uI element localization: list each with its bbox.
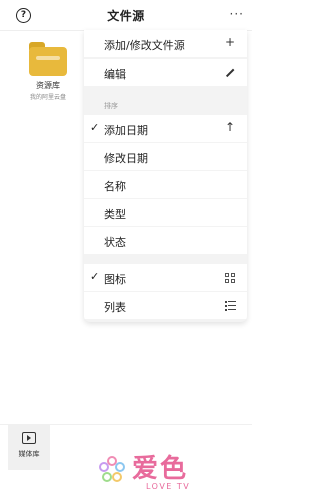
menu-item-edit[interactable]: 编辑 xyxy=(84,59,247,86)
menu-item-label: 名称 xyxy=(104,180,126,193)
menu-item-label: 编辑 xyxy=(104,68,126,81)
watermark-logo: 爱色 LOVE TV xyxy=(92,446,212,496)
folder-icon xyxy=(29,42,67,76)
grid-icon xyxy=(225,273,235,283)
menu-item-label: 列表 xyxy=(104,301,126,314)
source-name: 资源库 xyxy=(36,81,60,90)
menu-item-label: 添加日期 xyxy=(104,124,148,137)
menu-item-add-edit-source[interactable]: 添加/修改文件源 + xyxy=(84,30,247,57)
list-icon xyxy=(225,301,236,311)
more-icon[interactable]: ··· xyxy=(230,8,244,20)
arrow-up-icon: ↑ xyxy=(224,120,235,134)
menu-item-label: 类型 xyxy=(104,208,126,221)
top-bar: ? 文件源 ··· xyxy=(0,0,252,30)
menu-item-label: 状态 xyxy=(104,236,126,249)
play-icon xyxy=(22,432,36,444)
checkmark-icon: ✓ xyxy=(90,121,100,134)
dropdown-menu: 添加/修改文件源 + 编辑 排序 ✓ 添加日期 ↑ 修改日期 名称 类型 状态 … xyxy=(84,30,247,322)
pencil-icon xyxy=(225,68,235,77)
menu-item-sort-modified-date[interactable]: 修改日期 xyxy=(84,143,247,170)
menu-item-label: 修改日期 xyxy=(104,152,148,165)
menu-item-sort-name[interactable]: 名称 xyxy=(84,171,247,198)
plus-icon: + xyxy=(224,35,235,49)
menu-item-view-list[interactable]: 列表 xyxy=(84,292,247,319)
checkmark-icon: ✓ xyxy=(90,270,100,283)
tab-media-library[interactable]: 媒体库 xyxy=(8,424,50,470)
menu-item-sort-type[interactable]: 类型 xyxy=(84,199,247,226)
watermark-subtext: LOVE TV xyxy=(146,482,191,491)
page-title: 文件源 xyxy=(107,9,145,23)
menu-item-label: 图标 xyxy=(104,273,126,286)
menu-item-label: 添加/修改文件源 xyxy=(104,39,185,52)
source-subtitle: 我的阿里云盘 xyxy=(29,94,66,101)
menu-item-sort-status[interactable]: 状态 xyxy=(84,227,247,254)
menu-item-sort-added-date[interactable]: ✓ 添加日期 ↑ xyxy=(84,115,247,142)
source-item-library[interactable]: 资源库 我的阿里云盘 xyxy=(24,42,72,101)
tab-label: 媒体库 xyxy=(18,450,40,458)
flower-icon xyxy=(99,456,125,482)
watermark-text: 爱色 xyxy=(132,454,189,484)
sort-section-header: 排序 xyxy=(104,102,118,110)
menu-item-view-icons[interactable]: ✓ 图标 xyxy=(84,264,247,291)
